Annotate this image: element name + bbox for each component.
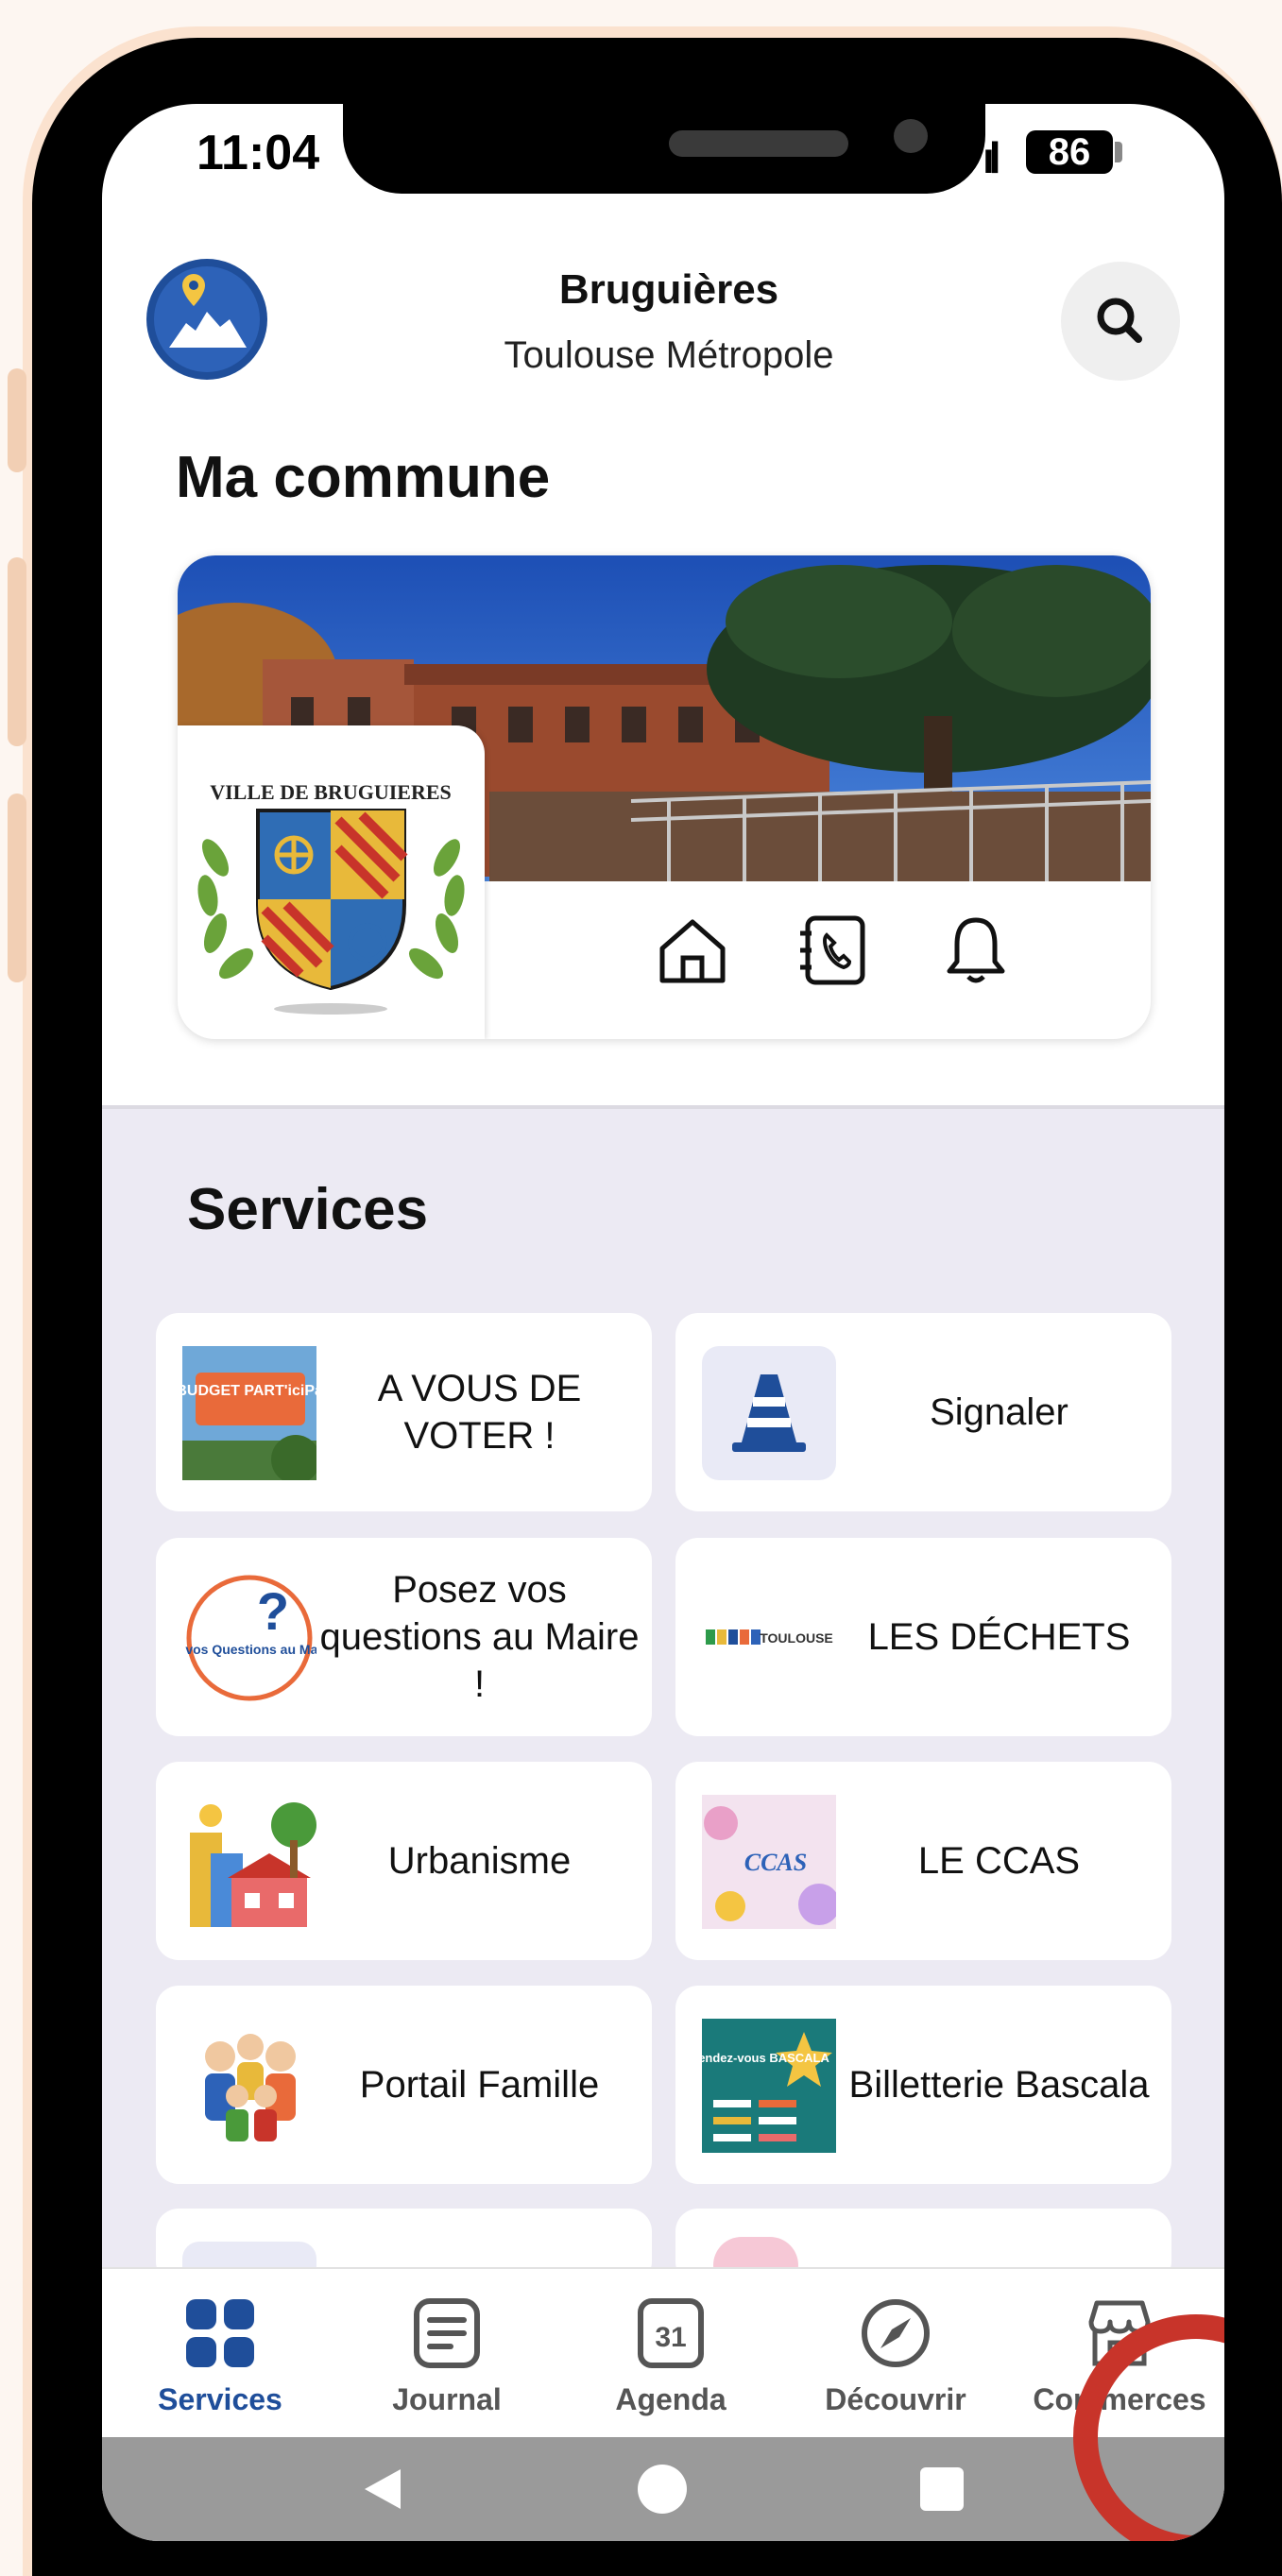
service-tile-label: Signaler bbox=[930, 1391, 1068, 1433]
service-tile-dechets[interactable]: TOULOUSE LES DÉCHETS bbox=[675, 1538, 1171, 1736]
section-title-services: Services bbox=[187, 1177, 429, 1242]
nav-label: Agenda bbox=[615, 2382, 726, 2416]
svg-text:?: ? bbox=[257, 1581, 289, 1641]
camera bbox=[894, 119, 928, 153]
thumbnail-text: 2e BUDGET PART'iciPactif bbox=[182, 1383, 316, 1399]
phone-side-button bbox=[8, 368, 26, 472]
service-tile-label: LE CCAS bbox=[917, 1840, 1081, 1882]
city-buildings-icon bbox=[190, 1802, 316, 1927]
compass-icon bbox=[862, 2299, 930, 2367]
nav-label: Journal bbox=[392, 2382, 502, 2416]
search-button[interactable] bbox=[1061, 262, 1180, 381]
calendar-day: 31 bbox=[655, 2322, 686, 2353]
nav-label: Services bbox=[158, 2382, 282, 2416]
service-tile-label: Portail Famille bbox=[359, 2064, 600, 2106]
service-tile-label: Urbanisme bbox=[387, 1840, 572, 1882]
service-tile-label: A VOUS DE VOTER ! bbox=[377, 1368, 582, 1457]
calendar-icon: 31 bbox=[638, 2298, 704, 2368]
service-tile-label: Billetterie Bascala bbox=[848, 2064, 1150, 2106]
commune-card[interactable]: VILLE DE BRUGUIERES bbox=[178, 555, 1151, 1039]
signal-icon: ıl bbox=[983, 133, 1000, 182]
phone-book-icon[interactable] bbox=[796, 913, 872, 988]
commune-crest: VILLE DE BRUGUIERES bbox=[178, 725, 485, 1039]
budget-participatif-thumbnail: 2e BUDGET PART'iciPactif bbox=[182, 1346, 316, 1480]
phone-side-button bbox=[8, 793, 26, 982]
toulouse-metropole-logo: TOULOUSE bbox=[706, 1629, 833, 1646]
bascala-thumbnail: Les rendez-vous BASCALA bbox=[702, 2019, 836, 2153]
service-tile-signaler[interactable]: Signaler bbox=[675, 1313, 1171, 1511]
app-logo-icon[interactable] bbox=[145, 257, 269, 382]
service-tile-urbanisme[interactable]: Urbanisme bbox=[156, 1762, 652, 1960]
service-tile-label: LES DÉCHETS bbox=[867, 1616, 1131, 1658]
search-icon bbox=[1097, 298, 1142, 343]
battery-icon: 86 bbox=[1026, 130, 1113, 174]
bottom-nav: Services Journal 31 Agenda Découvrir Com… bbox=[102, 2267, 1224, 2439]
ccas-thumbnail: CCAS bbox=[702, 1795, 836, 1929]
system-nav-bar bbox=[102, 2437, 1224, 2541]
service-tile-vote[interactable]: 2e BUDGET PART'iciPactif A VOUS DE VOTER… bbox=[156, 1313, 652, 1511]
service-tile-label: Posez vos questions au Maire ! bbox=[319, 1569, 640, 1705]
thumbnail-text: TOULOUSE bbox=[760, 1630, 833, 1646]
nav-item-agenda[interactable]: 31 Agenda bbox=[567, 2269, 775, 2439]
nav-item-journal[interactable]: Journal bbox=[343, 2269, 551, 2439]
family-illustration bbox=[205, 2034, 296, 2141]
nav-item-decouvrir[interactable]: Découvrir bbox=[792, 2269, 1000, 2439]
services-area bbox=[102, 1105, 1224, 2384]
service-tile-billetterie[interactable]: Les rendez-vous BASCALA Billetterie Basc… bbox=[675, 1986, 1171, 2184]
bell-icon[interactable] bbox=[938, 913, 1014, 988]
service-tile-ccas[interactable]: CCAS LE CCAS bbox=[675, 1762, 1171, 1960]
back-icon[interactable] bbox=[357, 2465, 404, 2513]
status-time: 11:04 bbox=[197, 126, 320, 180]
phone-side-button bbox=[8, 557, 26, 746]
nav-item-services[interactable]: Services bbox=[116, 2269, 324, 2439]
thumbnail-text: CCAS bbox=[744, 1849, 808, 1876]
crest-emblem: VILLE DE BRUGUIERES bbox=[197, 780, 465, 1015]
phone-screen: 11:04 ıl 86 Bruguières Toulouse Métropol… bbox=[102, 104, 1224, 2541]
thumbnail-text: Les rendez-vous BASCALA bbox=[702, 2051, 829, 2065]
nav-label: Découvrir bbox=[825, 2382, 966, 2416]
crest-text: VILLE DE BRUGUIERES bbox=[210, 780, 452, 804]
page-title: Bruguières bbox=[558, 266, 779, 313]
service-tile-questions[interactable]: ? Posez vos Questions au Maire ! Posez v… bbox=[156, 1538, 652, 1736]
battery-tip bbox=[1115, 142, 1122, 162]
speaker bbox=[669, 130, 848, 157]
thumbnail-text: Posez vos Questions au Maire ! bbox=[182, 1642, 316, 1657]
journal-icon bbox=[414, 2298, 480, 2368]
home-circle-icon[interactable] bbox=[637, 2464, 688, 2515]
service-tile-portail-famille[interactable]: Portail Famille bbox=[156, 1986, 652, 2184]
recents-icon[interactable] bbox=[918, 2465, 966, 2513]
notch bbox=[343, 104, 985, 194]
page-subtitle: Toulouse Métropole bbox=[504, 334, 834, 376]
traffic-cone-icon bbox=[702, 1346, 836, 1480]
home-icon[interactable] bbox=[655, 913, 730, 988]
grid-icon bbox=[186, 2299, 254, 2367]
section-title-commune: Ma commune bbox=[176, 445, 551, 510]
questions-maire-thumbnail: ? Posez vos Questions au Maire ! bbox=[182, 1575, 316, 1701]
